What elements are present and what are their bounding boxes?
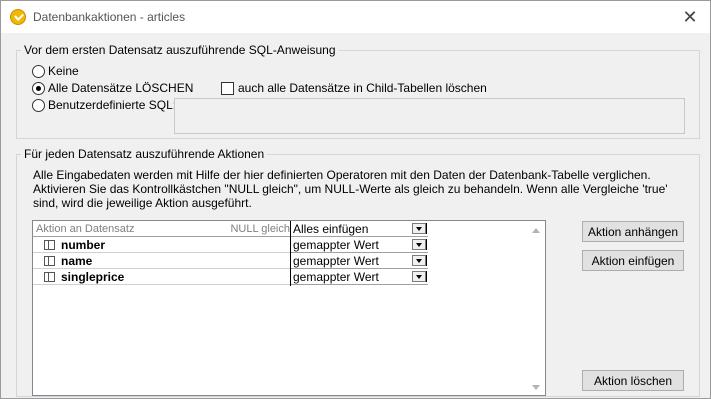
chevron-down-icon[interactable]	[412, 255, 427, 266]
action-type-combo[interactable]: Alles einfügen	[291, 221, 428, 237]
chevron-down-icon[interactable]	[412, 239, 427, 250]
table-row[interactable]: number	[33, 237, 291, 253]
table-row[interactable]: name	[33, 253, 291, 269]
app-logo-icon	[10, 9, 26, 25]
header-null-equal-label: NULL gleich	[230, 223, 290, 235]
field-name: number	[61, 238, 106, 252]
field-name: name	[61, 254, 93, 268]
radio-delete-all[interactable]: Alle Datensätze LÖSCHEN	[32, 81, 193, 95]
close-icon[interactable]: ✕	[680, 7, 700, 27]
radio-custom-sql-button[interactable]	[32, 98, 45, 112]
field-icon	[44, 240, 55, 250]
append-action-button[interactable]: Aktion anhängen	[582, 221, 684, 242]
field-name: singleprice	[61, 270, 125, 284]
radio-none-label: Keine	[48, 64, 79, 78]
field-icon	[44, 272, 55, 282]
window-title: Datenbankaktionen - articles	[33, 10, 186, 24]
child-tables-label: auch alle Datensätze in Child-Tabellen l…	[238, 81, 487, 95]
field-mode-value: gemappter Wert	[293, 270, 379, 284]
radio-none-button[interactable]	[32, 64, 45, 78]
field-mode-value: gemappter Wert	[293, 238, 379, 252]
actions-group-legend: Für jeden Datensatz auszuführende Aktion…	[24, 147, 265, 161]
field-mode-combo[interactable]: gemappter Wert	[291, 269, 428, 285]
field-icon	[44, 256, 55, 266]
table-row[interactable]: singleprice	[33, 269, 291, 285]
dialog-window: Datenbankaktionen - articles ✕ Vor dem e…	[0, 0, 711, 399]
field-mode-value: gemappter Wert	[293, 254, 379, 268]
radio-delete-all-button[interactable]	[32, 81, 45, 95]
sql-group-legend: Vor dem ersten Datensatz auszuführende S…	[24, 43, 336, 57]
child-tables-checkbox[interactable]	[221, 81, 234, 95]
delete-action-button[interactable]: Aktion löschen	[582, 370, 684, 391]
scroll-down-icon[interactable]	[532, 385, 540, 390]
radio-custom-sql[interactable]: Benutzerdefinierte SQL:	[32, 98, 176, 112]
column-divider	[290, 221, 291, 286]
radio-custom-sql-label: Benutzerdefinierte SQL:	[48, 98, 177, 112]
actions-grid[interactable]: Aktion an Datensatz NULL gleich Alles ei…	[32, 220, 546, 396]
header-action-label: Aktion an Datensatz	[36, 223, 135, 235]
scroll-up-icon[interactable]	[532, 228, 540, 233]
vertical-scrollbar[interactable]	[528, 221, 545, 395]
field-mode-combo[interactable]: gemappter Wert	[291, 253, 428, 269]
field-mode-combo[interactable]: gemappter Wert	[291, 237, 428, 253]
custom-sql-input[interactable]	[174, 98, 685, 134]
action-type-value: Alles einfügen	[293, 222, 369, 236]
child-tables-checkbox-row[interactable]: auch alle Datensätze in Child-Tabellen l…	[221, 81, 487, 95]
actions-description: Alle Eingabedaten werden mit Hilfe der h…	[33, 168, 668, 210]
insert-action-button[interactable]: Aktion einfügen	[582, 250, 684, 271]
chevron-down-icon[interactable]	[412, 223, 427, 234]
title-bar: Datenbankaktionen - articles ✕	[1, 1, 710, 33]
chevron-down-icon[interactable]	[412, 271, 427, 282]
radio-none[interactable]: Keine	[32, 64, 79, 78]
radio-delete-all-label: Alle Datensätze LÖSCHEN	[48, 81, 194, 95]
